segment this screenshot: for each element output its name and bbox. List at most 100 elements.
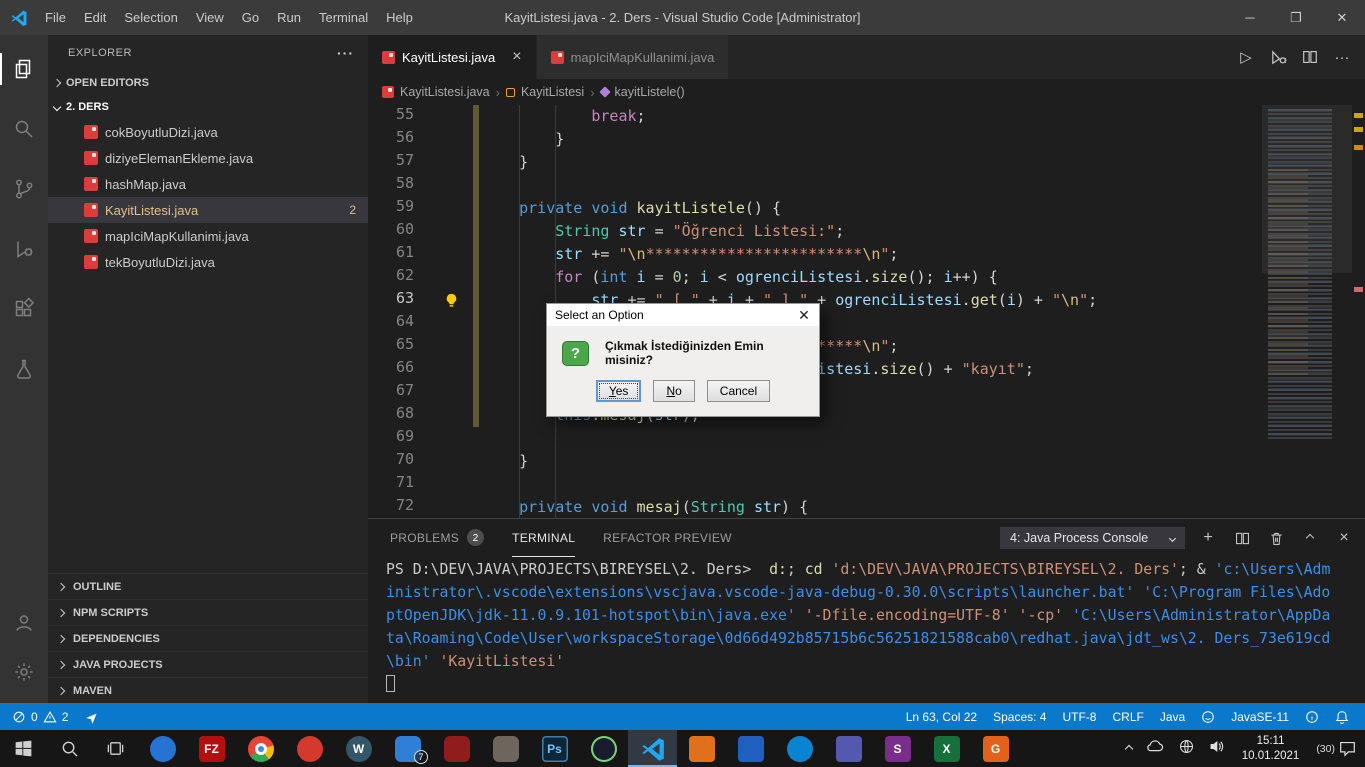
- taskbar-app-gimp[interactable]: [481, 730, 530, 767]
- taskbar-app-filezilla[interactable]: FZ: [187, 730, 236, 767]
- sidebar-section-maven[interactable]: MAVEN: [48, 677, 368, 703]
- overview-ruler[interactable]: [1352, 105, 1365, 518]
- feedback-smiley-icon[interactable]: [1193, 703, 1223, 730]
- menu-edit[interactable]: Edit: [75, 0, 115, 35]
- taskbar-search-icon[interactable]: [46, 730, 92, 767]
- breadcrumb-class[interactable]: KayitListesi: [521, 85, 584, 99]
- taskbar-app-blue-mail[interactable]: [138, 730, 187, 767]
- run-debug-icon[interactable]: [0, 219, 48, 279]
- encoding-setting[interactable]: UTF-8: [1054, 703, 1104, 730]
- dialog-cancel-button[interactable]: Cancel: [707, 380, 770, 402]
- file-item[interactable]: cokBoyutluDizi.java: [48, 119, 368, 145]
- menu-view[interactable]: View: [187, 0, 233, 35]
- menu-terminal[interactable]: Terminal: [310, 0, 377, 35]
- debug-run-icon[interactable]: [1263, 48, 1293, 67]
- testing-icon[interactable]: [0, 339, 48, 399]
- notifications-bell-icon[interactable]: [1327, 703, 1357, 730]
- open-editors-section[interactable]: OPEN EDITORS: [48, 71, 368, 95]
- breadcrumb-method[interactable]: kayitListele(): [615, 85, 685, 99]
- extensions-icon[interactable]: [0, 279, 48, 339]
- editor-tab[interactable]: mapIciMapKullanimi.java: [537, 35, 730, 79]
- panel-tab-problems[interactable]: PROBLEMS2: [390, 519, 484, 557]
- minimap-viewport[interactable]: [1262, 105, 1352, 273]
- menu-go[interactable]: Go: [233, 0, 268, 35]
- taskbar-app-blue-app[interactable]: [726, 730, 775, 767]
- terminal-output[interactable]: PS D:\DEV\JAVA\PROJECTS\BIREYSEL\2. Ders…: [386, 558, 1359, 703]
- taskbar-app-purple-s-app[interactable]: S: [873, 730, 922, 767]
- taskbar-app-edge[interactable]: [775, 730, 824, 767]
- indentation-setting[interactable]: Spaces: 4: [985, 703, 1054, 730]
- menu-file[interactable]: File: [36, 0, 75, 35]
- panel-tab-refactor-preview[interactable]: REFACTOR PREVIEW: [603, 519, 732, 557]
- taskbar-app-wordpress[interactable]: W: [334, 730, 383, 767]
- eol-setting[interactable]: CRLF: [1104, 703, 1151, 730]
- menu-selection[interactable]: Selection: [115, 0, 186, 35]
- info-icon[interactable]: [1297, 703, 1327, 730]
- code-editor[interactable]: 555657585960616263646566676869707172 bre…: [368, 105, 1365, 518]
- taskbar-app-orange-app[interactable]: [677, 730, 726, 767]
- taskbar-app-eclipse[interactable]: [579, 730, 628, 767]
- language-mode[interactable]: Java: [1152, 703, 1193, 730]
- tray-expand-icon[interactable]: [1125, 744, 1133, 752]
- volume-icon[interactable]: [1208, 738, 1225, 760]
- sidebar-section-java-projects[interactable]: JAVA PROJECTS: [48, 651, 368, 677]
- task-view-icon[interactable]: [92, 730, 138, 767]
- notification-center-icon[interactable]: (30): [1316, 740, 1357, 757]
- taskbar-app-photoshop[interactable]: Ps: [530, 730, 579, 767]
- file-item[interactable]: diziyeElemanEkleme.java: [48, 145, 368, 171]
- dialog-close-button[interactable]: ✕: [789, 307, 819, 324]
- close-icon[interactable]: ×: [512, 48, 521, 66]
- network-icon[interactable]: [1178, 738, 1195, 760]
- maximize-button[interactable]: ❐: [1273, 0, 1319, 35]
- sidebar-section-outline[interactable]: OUTLINE: [48, 573, 368, 599]
- panel-tab-terminal[interactable]: TERMINAL: [512, 519, 575, 557]
- close-button[interactable]: ✕: [1319, 0, 1365, 35]
- taskbar-app-excel[interactable]: X: [922, 730, 971, 767]
- more-actions-icon[interactable]: ···: [337, 45, 354, 61]
- new-terminal-button[interactable]: +: [1197, 529, 1219, 547]
- file-item[interactable]: tekBoyutluDizi.java: [48, 249, 368, 275]
- taskbar-app-chrome[interactable]: [236, 730, 285, 767]
- taskbar-clock[interactable]: 15:11 10.01.2021: [1238, 734, 1304, 764]
- file-item[interactable]: hashMap.java: [48, 171, 368, 197]
- terminal-picker-dropdown[interactable]: 4: Java Process Console: [1000, 527, 1185, 549]
- accounts-icon[interactable]: [0, 597, 48, 647]
- dialog-no-button[interactable]: No: [653, 380, 694, 402]
- explorer-icon[interactable]: [0, 39, 48, 99]
- sidebar-section-npm-scripts[interactable]: NPM SCRIPTS: [48, 599, 368, 625]
- dialog-yes-button[interactable]: Yes: [596, 380, 642, 402]
- kill-terminal-button[interactable]: [1265, 530, 1287, 547]
- menu-run[interactable]: Run: [268, 0, 310, 35]
- split-terminal-button[interactable]: [1231, 530, 1253, 547]
- onedrive-cloud-icon[interactable]: [1145, 739, 1165, 758]
- dialog-title-bar[interactable]: Select an Option ✕: [547, 304, 819, 326]
- cursor-position[interactable]: Ln 63, Col 22: [898, 703, 985, 730]
- start-button[interactable]: [0, 730, 46, 767]
- search-icon[interactable]: [0, 99, 48, 159]
- minimize-button[interactable]: ─: [1227, 0, 1273, 35]
- workspace-folder[interactable]: 2. DERS: [48, 95, 368, 119]
- taskbar-app-red-app[interactable]: [432, 730, 481, 767]
- java-runtime[interactable]: JavaSE-11: [1223, 703, 1297, 730]
- close-panel-button[interactable]: ×: [1333, 529, 1355, 547]
- editor-tab[interactable]: KayitListesi.java×: [368, 35, 537, 79]
- taskbar-app-thunderbird[interactable]: 7: [383, 730, 432, 767]
- file-item[interactable]: KayitListesi.java2: [48, 197, 368, 223]
- taskbar-app-vscode[interactable]: [628, 730, 677, 767]
- taskbar-app-teams[interactable]: [824, 730, 873, 767]
- source-control-icon[interactable]: [0, 159, 48, 219]
- sidebar-section-dependencies[interactable]: DEPENDENCIES: [48, 625, 368, 651]
- minimap[interactable]: [1262, 105, 1352, 518]
- menu-help[interactable]: Help: [377, 0, 422, 35]
- taskbar-app-opera[interactable]: [285, 730, 334, 767]
- more-actions-icon[interactable]: ···: [1327, 49, 1357, 66]
- file-item[interactable]: mapIciMapKullanimi.java: [48, 223, 368, 249]
- taskbar-app-g-app[interactable]: G: [971, 730, 1020, 767]
- problems-status[interactable]: 0 2: [4, 703, 76, 730]
- breadcrumb-file[interactable]: KayitListesi.java: [400, 85, 490, 99]
- maximize-panel-button[interactable]: [1299, 535, 1321, 541]
- run-file-icon[interactable]: ▷: [1231, 48, 1261, 66]
- split-editor-icon[interactable]: [1295, 48, 1325, 66]
- lightbulb-icon[interactable]: [444, 293, 459, 308]
- launch-icon[interactable]: [76, 703, 106, 730]
